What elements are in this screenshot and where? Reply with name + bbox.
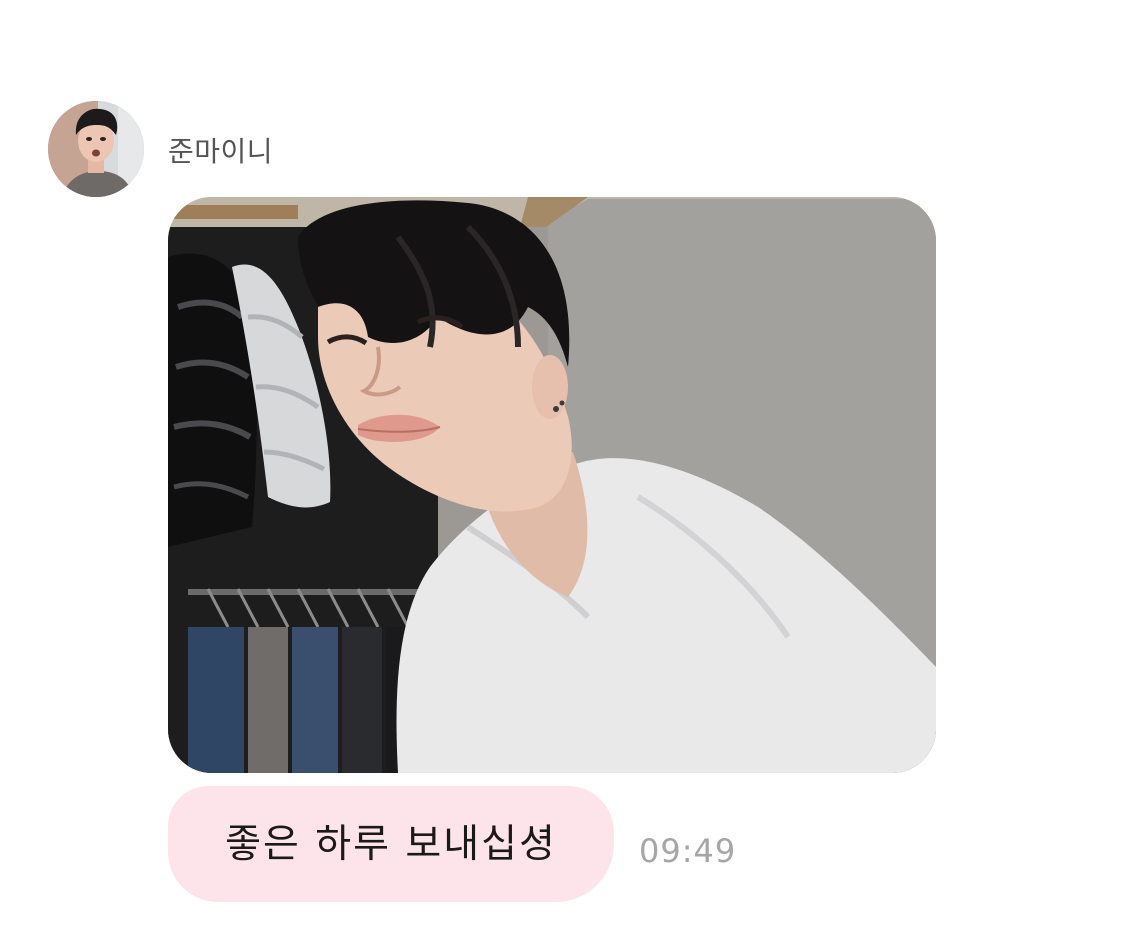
sender-avatar[interactable]	[48, 101, 144, 197]
chat-message-group: 준마이니 좋은 하루 보내십셩 09:49	[0, 0, 1140, 938]
shared-photo[interactable]	[168, 197, 936, 773]
message-text: 좋은 하루 보내십셩	[225, 822, 557, 867]
message-timestamp: 09:49	[639, 832, 737, 870]
message-bubble[interactable]: 좋은 하루 보내십셩	[168, 786, 614, 902]
avatar-photo-icon	[48, 101, 144, 197]
sender-name: 준마이니	[168, 135, 274, 168]
selfie-image-icon	[168, 197, 936, 773]
